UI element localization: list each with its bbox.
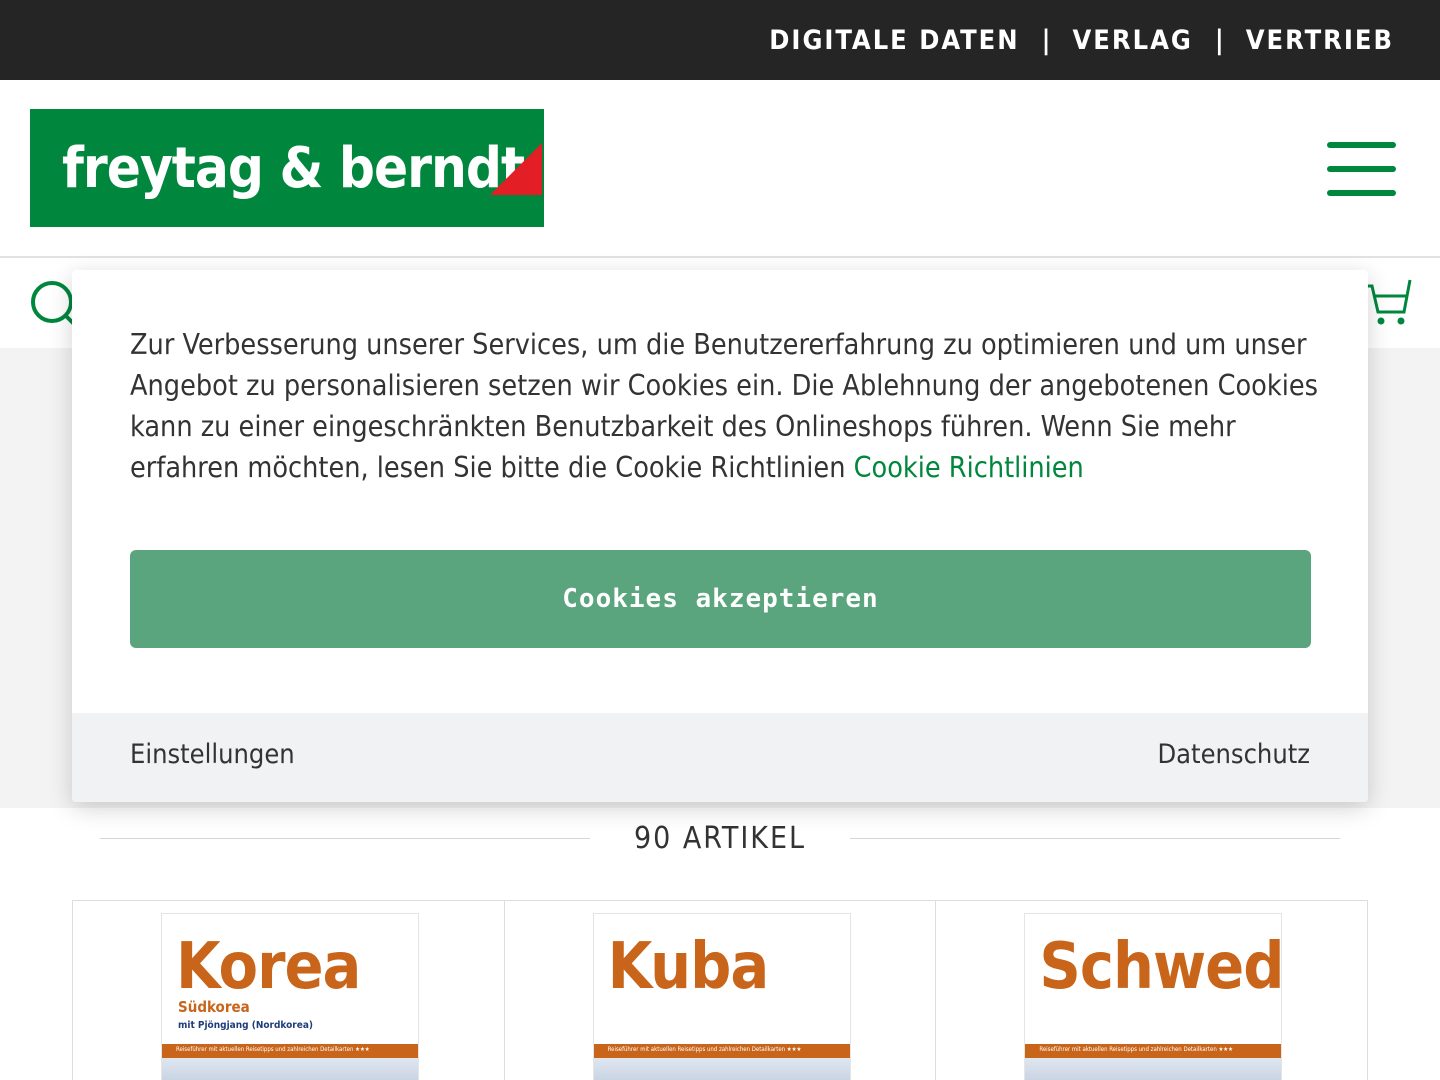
product-card[interactable]: Schweden Reiseführer mit aktuellen Reise… [936, 901, 1369, 1080]
cover-band-text: Reiseführer mit aktuellen Reisetipps und… [1039, 1046, 1233, 1053]
site-header: freytag & berndt [0, 80, 1440, 256]
topbar-link-vertrieb[interactable]: Vertrieb [1246, 25, 1394, 56]
cover-photo [162, 1058, 418, 1080]
cover-band-text: Reiseführer mit aktuellen Reisetipps und… [176, 1046, 370, 1053]
cover-title: Korea [176, 930, 361, 1004]
cover-title: Kuba [607, 930, 770, 1004]
logo-text: freytag & berndt [62, 135, 525, 201]
topbar-separator: | [1214, 24, 1224, 56]
product-card[interactable]: Korea Südkorea mit Pjöngjang (Nordkorea)… [73, 901, 505, 1080]
divider-line [100, 837, 590, 839]
cover-photo [593, 1058, 850, 1080]
brand-logo[interactable]: freytag & berndt [30, 109, 544, 227]
cookie-settings-link[interactable]: Einstellungen [130, 739, 295, 770]
cover-band-text: Reiseführer mit aktuellen Reisetipps und… [607, 1046, 802, 1053]
product-cover[interactable]: Schweden Reiseführer mit aktuellen Reise… [1024, 913, 1283, 1080]
article-count-divider: 90 Artikel [100, 818, 1341, 858]
product-grid: Korea Südkorea mit Pjöngjang (Nordkorea)… [72, 900, 1369, 1080]
article-count: 90 Artikel [633, 820, 807, 856]
topbar-link-verlag[interactable]: Verlag [1072, 25, 1192, 56]
cookie-consent-modal: Zur Verbesserung unserer Services, um di… [72, 270, 1368, 802]
product-cover[interactable]: Korea Südkorea mit Pjöngjang (Nordkorea)… [161, 913, 419, 1080]
cookie-consent-text: Zur Verbesserung unserer Services, um di… [130, 324, 1320, 488]
topbar-separator: | [1041, 24, 1051, 56]
cover-photo [1025, 1058, 1282, 1080]
privacy-link[interactable]: Datenschutz [1157, 739, 1310, 770]
divider-line [850, 837, 1341, 839]
cover-band: Reiseführer mit aktuellen Reisetipps und… [593, 1044, 850, 1058]
cover-band: Reiseführer mit aktuellen Reisetipps und… [1025, 1044, 1282, 1058]
topbar-link-digitale-daten[interactable]: Digitale Daten [769, 25, 1019, 56]
cart-icon[interactable] [1362, 276, 1412, 332]
cookie-policy-link[interactable]: Cookie Richtlinien [854, 451, 1084, 484]
cover-subtitle-secondary: mit Pjöngjang (Nordkorea) [178, 1020, 314, 1031]
cookie-modal-footer: Einstellungen Datenschutz [72, 713, 1368, 802]
cookie-text-body: Zur Verbesserung unserer Services, um di… [130, 328, 1318, 484]
logo-triangle-icon [490, 143, 542, 195]
cover-band: Reiseführer mit aktuellen Reisetipps und… [162, 1044, 418, 1058]
product-card[interactable]: Kuba Reiseführer mit aktuellen Reisetipp… [505, 901, 937, 1080]
accept-cookies-button[interactable]: Cookies akzeptieren [130, 550, 1311, 648]
top-bar: Digitale Daten | Verlag | Vertrieb [0, 0, 1440, 80]
cover-title: Schweden [1039, 930, 1283, 1004]
hamburger-menu-icon[interactable] [1327, 142, 1396, 196]
product-cover[interactable]: Kuba Reiseführer mit aktuellen Reisetipp… [592, 913, 851, 1080]
cover-subtitle: Südkorea [178, 998, 250, 1016]
